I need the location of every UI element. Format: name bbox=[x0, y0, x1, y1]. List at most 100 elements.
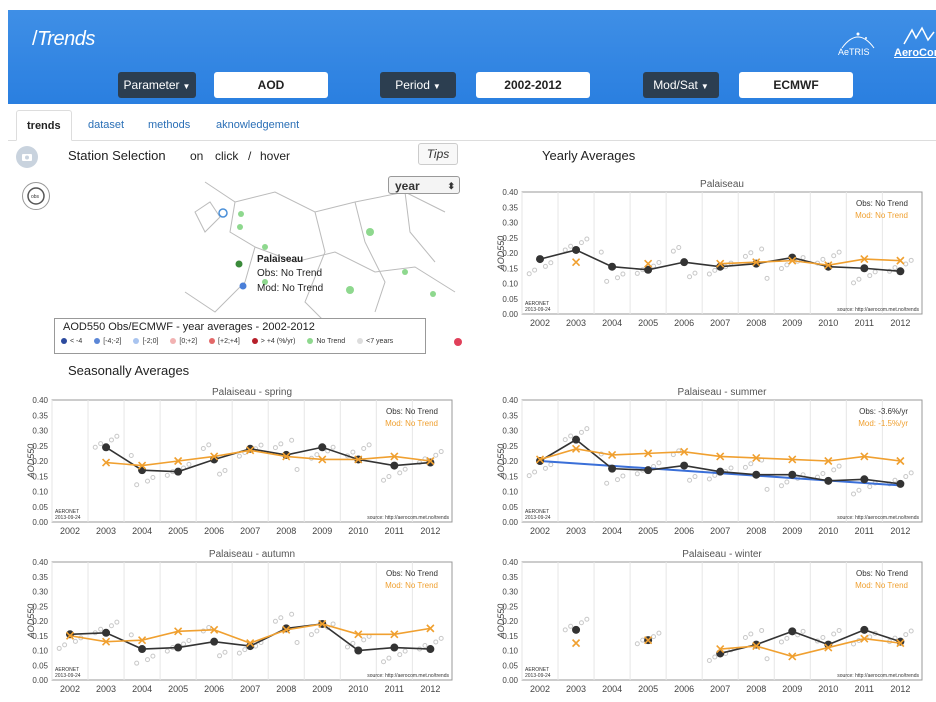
x-tick-label: 2008 bbox=[276, 684, 296, 694]
x-tick-label: 2007 bbox=[710, 318, 730, 328]
obs-sample-point bbox=[548, 462, 554, 468]
legend-item: [+2;+4] bbox=[209, 338, 240, 345]
obs-sample-point bbox=[164, 472, 170, 478]
obs-sample-point bbox=[236, 453, 242, 459]
brand-title[interactable]: /Trends bbox=[32, 28, 95, 51]
map-legend: AOD550 Obs/ECMWF - year averages - 2002-… bbox=[54, 318, 426, 354]
period-select[interactable]: year ⬍ bbox=[388, 176, 460, 194]
obs-sample-point bbox=[386, 474, 392, 480]
camera-icon[interactable] bbox=[16, 146, 38, 168]
obs-sample-point bbox=[656, 460, 662, 466]
obs-sample-point bbox=[903, 632, 909, 638]
compass-obs-icon[interactable]: obs bbox=[22, 182, 50, 210]
x-tick-label: 2002 bbox=[530, 318, 550, 328]
parameter-value[interactable]: AOD bbox=[214, 72, 328, 98]
spring-chart[interactable]: Palaiseau - spring0.000.050.100.150.200.… bbox=[22, 384, 462, 544]
obs-sample-point bbox=[568, 623, 574, 629]
x-tick-label: 2005 bbox=[638, 318, 658, 328]
tab-methods[interactable]: methods bbox=[148, 116, 190, 140]
obs-sample-point bbox=[670, 452, 676, 458]
modsat-value[interactable]: ECMWF bbox=[739, 72, 853, 98]
autumn-chart[interactable]: Palaiseau - autumn0.000.050.100.150.200.… bbox=[22, 546, 462, 702]
modsat-dropdown[interactable]: Mod/Sat ▼ bbox=[643, 72, 719, 98]
y-tick-label: 0.10 bbox=[502, 647, 518, 656]
x-tick-label: 2012 bbox=[890, 318, 910, 328]
x-tick-label: 2009 bbox=[312, 684, 332, 694]
obs-sample-point bbox=[634, 471, 640, 477]
obs-sample-point bbox=[144, 478, 150, 484]
obs-sample-point bbox=[181, 641, 187, 647]
click-mode[interactable]: click bbox=[215, 149, 238, 163]
obs-sample-point bbox=[568, 433, 574, 439]
y-axis-label: AOD550 bbox=[496, 444, 506, 480]
obs-sample-point bbox=[584, 426, 590, 432]
obs-point bbox=[860, 475, 869, 484]
winter-chart[interactable]: Palaiseau - winter0.000.050.100.150.200.… bbox=[492, 546, 932, 702]
x-tick-label: 2004 bbox=[602, 318, 622, 328]
chart-title: Palaiseau - spring bbox=[212, 387, 292, 398]
x-tick-label: 2006 bbox=[674, 684, 694, 694]
tab-dataset[interactable]: dataset bbox=[88, 116, 124, 140]
mode-separator: / bbox=[248, 149, 252, 163]
obs-sample-point bbox=[578, 240, 584, 246]
obs-sample-point bbox=[361, 445, 367, 451]
x-tick-label: 2004 bbox=[602, 684, 622, 694]
obs-sample-point bbox=[289, 611, 295, 617]
obs-sample-point bbox=[831, 467, 837, 473]
obs-sample-point bbox=[294, 640, 300, 646]
obs-sample-point bbox=[236, 650, 242, 656]
x-tick-label: 2010 bbox=[818, 318, 838, 328]
legend-item: [0;+2] bbox=[170, 338, 197, 345]
legend-dot bbox=[357, 338, 364, 345]
obs-point bbox=[716, 467, 725, 476]
period-select-value: year bbox=[395, 179, 420, 193]
obs-sample-point bbox=[784, 635, 790, 641]
tab-trends[interactable]: trends bbox=[16, 110, 72, 141]
legend-item: [-4;-2] bbox=[94, 338, 122, 345]
aerocom-logo[interactable]: AeroCom bbox=[894, 26, 936, 59]
obs-sample-point bbox=[438, 449, 444, 455]
summer-chart[interactable]: Palaiseau - summer0.000.050.100.150.200.… bbox=[492, 384, 932, 544]
period-label: Period bbox=[395, 78, 430, 92]
legend-dot bbox=[307, 338, 314, 345]
parameter-dropdown[interactable]: Parameter ▼ bbox=[118, 72, 196, 98]
popup-mod: Mod: No Trend bbox=[257, 283, 323, 294]
footer-source: source: http://aerocom.met.no/trends bbox=[837, 307, 919, 313]
obs-sample-point bbox=[656, 630, 662, 636]
obs-sample-point bbox=[778, 266, 784, 272]
obs-sample-point bbox=[604, 480, 610, 486]
x-tick-label: 2011 bbox=[855, 526, 874, 536]
tab-aknowledgement[interactable]: aknowledgement bbox=[216, 116, 299, 140]
tips-button[interactable]: Tips bbox=[418, 143, 458, 165]
obs-point bbox=[788, 627, 797, 636]
obs-sample-point bbox=[278, 615, 284, 621]
x-tick-label: 2006 bbox=[204, 684, 224, 694]
obs-point bbox=[536, 255, 545, 264]
obs-point bbox=[752, 259, 761, 268]
station-map[interactable]: Palaiseau Obs: No Trend Mod: No Trend bbox=[175, 172, 465, 323]
aetris-logo[interactable]: AeTRIS bbox=[828, 26, 888, 57]
obs-sample-point bbox=[289, 437, 295, 443]
obs-sample-point bbox=[836, 249, 842, 255]
obs-sample-point bbox=[578, 620, 584, 626]
on-label: on bbox=[190, 149, 204, 163]
updown-arrow-icon: ⬍ bbox=[447, 181, 455, 191]
x-tick-label: 2006 bbox=[674, 318, 694, 328]
obs-sample-point bbox=[186, 461, 192, 467]
y-tick-label: 0.35 bbox=[32, 411, 48, 420]
period-dropdown[interactable]: Period ▼ bbox=[380, 72, 456, 98]
obs-sample-point bbox=[217, 653, 223, 659]
period-value[interactable]: 2002-2012 bbox=[476, 72, 590, 98]
parameter-label: Parameter bbox=[123, 78, 180, 92]
yearly-chart[interactable]: Palaiseau0.000.050.100.150.200.250.300.3… bbox=[492, 176, 932, 336]
hover-mode[interactable]: hover bbox=[260, 149, 290, 163]
obs-sample-point bbox=[308, 632, 314, 638]
obs-sample-point bbox=[92, 444, 98, 450]
obs-sample-point bbox=[128, 632, 134, 638]
legend-entry: Mod: No Trend bbox=[855, 581, 908, 590]
obs-sample-point bbox=[851, 641, 857, 647]
y-tick-label: 0.00 bbox=[502, 518, 518, 527]
obs-sample-point bbox=[314, 452, 320, 458]
x-tick-label: 2005 bbox=[168, 684, 188, 694]
obs-point bbox=[354, 646, 363, 655]
